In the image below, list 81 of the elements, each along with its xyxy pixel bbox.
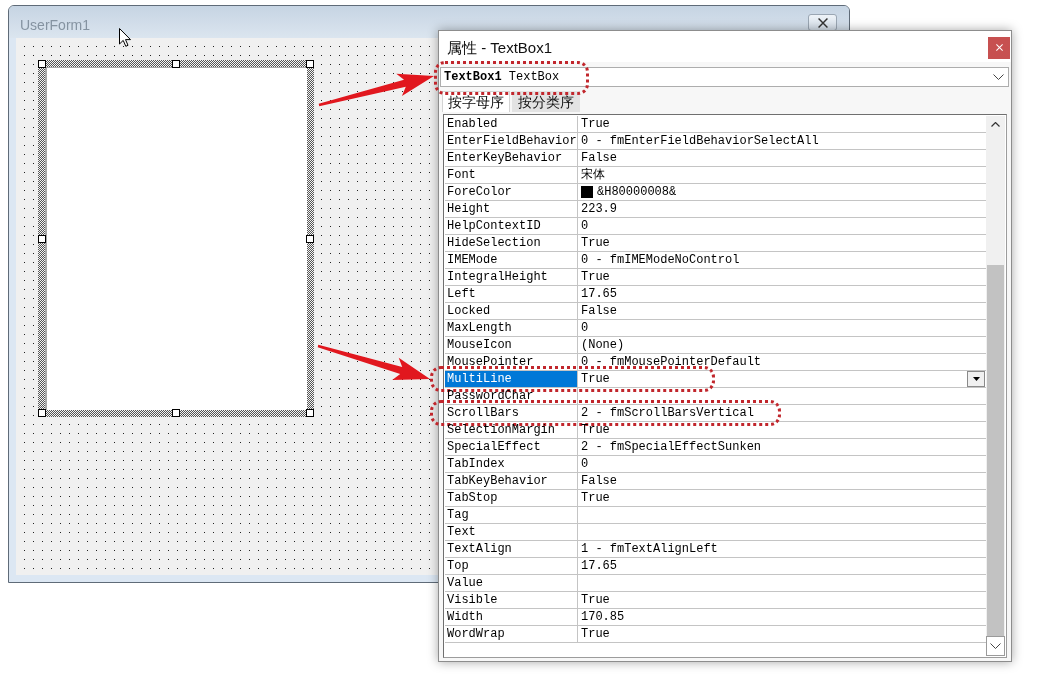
property-name[interactable]: Value [445, 575, 578, 591]
resize-handle[interactable] [306, 234, 314, 243]
close-icon [817, 17, 828, 28]
property-name[interactable]: WordWrap [445, 626, 578, 642]
property-value[interactable]: 223.9 [578, 201, 986, 217]
property-name[interactable]: Locked [445, 303, 578, 319]
property-value[interactable]: True [578, 626, 986, 642]
property-name[interactable]: SelectionMargin [445, 422, 578, 438]
property-value[interactable]: 0 - fmMousePointerDefault [578, 354, 986, 370]
property-value[interactable]: 17.65 [578, 558, 986, 574]
property-name[interactable]: EnterFieldBehavior [445, 133, 578, 149]
dropdown-button[interactable] [967, 371, 985, 387]
property-name[interactable]: Height [445, 201, 578, 217]
property-value[interactable]: 0 [578, 218, 986, 234]
window-title: 属性 - TextBox1 [447, 38, 553, 58]
tab[interactable]: 按分类序 [512, 91, 580, 112]
property-value[interactable]: True [578, 490, 986, 506]
property-name[interactable]: IMEMode [445, 252, 578, 268]
property-name[interactable]: Font [445, 167, 578, 183]
property-name[interactable]: Width [445, 609, 578, 625]
property-value[interactable]: False [578, 473, 986, 489]
property-name[interactable]: Top [445, 558, 578, 574]
caret-icon [972, 377, 980, 381]
property-value[interactable]: True [578, 371, 967, 387]
chevron-down-icon [993, 74, 1004, 80]
property-value[interactable]: 17.65 [578, 286, 986, 302]
property-name[interactable]: Visible [445, 592, 578, 608]
mouse-cursor-icon [119, 28, 131, 47]
resize-handle[interactable] [38, 234, 46, 243]
property-name[interactable]: Enabled [445, 116, 578, 132]
property-value[interactable]: False [578, 303, 986, 319]
property-name[interactable]: HelpContextID [445, 218, 578, 234]
property-name[interactable]: PasswordChar [445, 388, 578, 404]
scrollbar[interactable] [986, 116, 1005, 656]
property-name[interactable]: Tag [445, 507, 578, 523]
property-value[interactable]: True [578, 422, 986, 438]
property-value[interactable]: 2 - fmSpecialEffectSunken [578, 439, 986, 455]
property-value[interactable]: (None) [578, 337, 986, 353]
window-title: UserForm1 [20, 17, 90, 33]
property-value[interactable]: &H80000008& [578, 184, 986, 200]
property-name[interactable]: MousePointer [445, 354, 578, 370]
property-name[interactable]: MouseIcon [445, 337, 578, 353]
property-value[interactable]: 0 [578, 320, 986, 336]
scroll-down-button[interactable] [986, 636, 1005, 656]
property-name[interactable]: MaxLength [445, 320, 578, 336]
property-name[interactable]: TabIndex [445, 456, 578, 472]
property-value[interactable]: False [578, 150, 986, 166]
property-name[interactable]: Left [445, 286, 578, 302]
property-name[interactable]: TabKeyBehavior [445, 473, 578, 489]
property-value[interactable]: True [578, 116, 986, 132]
close-icon [995, 44, 1003, 51]
property-name[interactable]: Text [445, 524, 578, 540]
resize-handle[interactable] [172, 409, 180, 417]
resize-handle[interactable] [306, 60, 314, 68]
resize-handle[interactable] [38, 60, 46, 68]
resize-handle[interactable] [306, 409, 314, 417]
property-value[interactable]: 1 - fmTextAlignLeft [578, 541, 986, 557]
property-name[interactable]: MultiLine [445, 371, 578, 387]
property-name[interactable]: SpecialEffect [445, 439, 578, 455]
property-value[interactable]: 0 - fmIMEModeNoControl [578, 252, 986, 268]
property-value[interactable]: 0 - fmEnterFieldBehaviorSelectAll [578, 133, 986, 149]
property-name[interactable]: HideSelection [445, 235, 578, 251]
resize-handle[interactable] [172, 60, 180, 68]
property-name[interactable]: IntegralHeight [445, 269, 578, 285]
resize-handle[interactable] [38, 409, 46, 417]
tab[interactable]: 按字母序 [442, 91, 510, 112]
property-name[interactable]: ForeColor [445, 184, 578, 200]
property-value[interactable]: 2 - fmScrollBarsVertical [578, 405, 986, 421]
property-value[interactable]: 宋体 [578, 167, 986, 183]
property-name[interactable]: ScrollBars [445, 405, 578, 421]
property-name[interactable]: TabStop [445, 490, 578, 506]
property-value[interactable]: True [578, 235, 986, 251]
property-value[interactable]: 170.85 [578, 609, 986, 625]
chevron-down-icon [990, 643, 1001, 649]
property-value[interactable]: True [578, 269, 986, 285]
property-value[interactable]: True [578, 592, 986, 608]
property-name[interactable]: TextAlign [445, 541, 578, 557]
property-value[interactable]: 0 [578, 456, 986, 472]
property-name[interactable]: EnterKeyBehavior [445, 150, 578, 166]
chevron-up-icon [991, 122, 1000, 127]
scrollbar-thumb[interactable] [987, 265, 1004, 636]
